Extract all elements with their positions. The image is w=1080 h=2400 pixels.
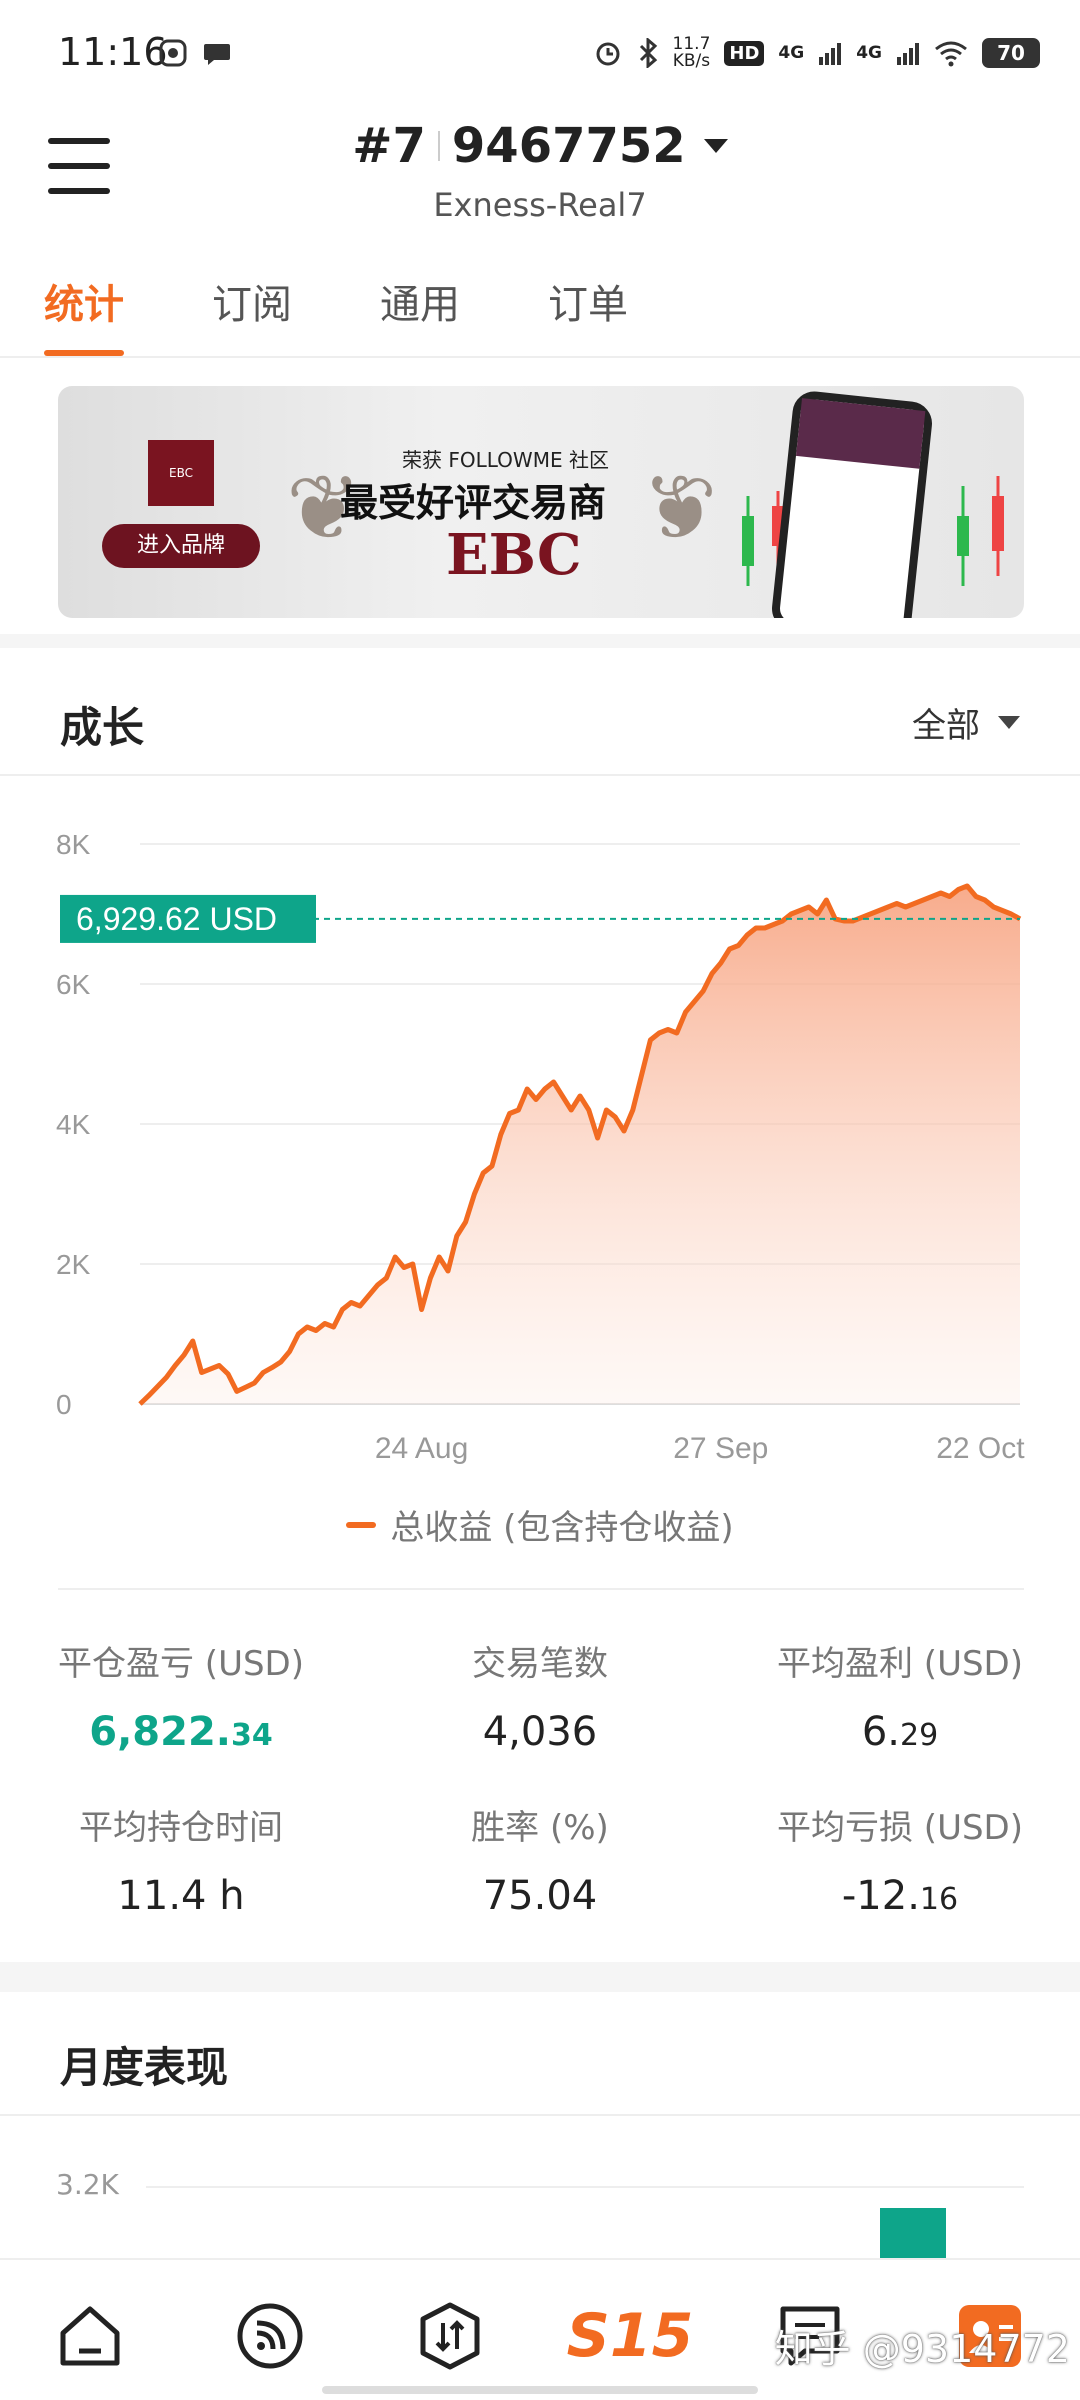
stats-grid: 平仓盈亏 (USD) 6,822.34 交易笔数 4,036 平均盈利 (USD… — [0, 1636, 1080, 1966]
x-tick-label: 27 Sep — [673, 1432, 768, 1465]
divider — [58, 1588, 1024, 1590]
feed-icon — [237, 2303, 303, 2369]
nav-feed[interactable] — [230, 2296, 310, 2376]
banner-subtitle: 荣获 FOLLOWME 社区 — [402, 448, 609, 472]
growth-chart[interactable]: 6,929.62 USD 8K 6K 4K 2K 0 24 Aug 27 Sep 22 Oct… — [0, 800, 1080, 1580]
signal-2: 4G — [856, 43, 882, 63]
stat-label: 平仓盈亏 (USD) — [58, 1644, 304, 1684]
y-tick-label: 8K — [56, 829, 91, 860]
stat-label: 胜率 (%) — [471, 1808, 609, 1848]
banner-headline: 最受好评交易商 — [340, 481, 607, 525]
stat-label: 交易笔数 — [472, 1644, 608, 1684]
y-tick-label: 0 — [56, 1389, 72, 1420]
y-tick-label: 6K — [56, 969, 91, 1000]
stat-win-rate: 胜率 (%) 75.04 — [375, 1800, 705, 1919]
account-separator — [437, 131, 440, 161]
monthly-y-tick: 3.2K — [56, 2168, 119, 2201]
range-value: 全部 — [912, 706, 980, 746]
app-notification-icon — [159, 39, 187, 67]
x-tick-label: 22 Oct — [936, 1432, 1025, 1465]
chevron-down-icon — [998, 716, 1020, 729]
trade-icon — [420, 2302, 480, 2370]
section-divider — [0, 634, 1080, 648]
stat-avg-loss: 平均亏损 (USD) -12.16 — [735, 1800, 1065, 1919]
account-selector[interactable]: #7 9467752 — [0, 118, 1080, 174]
monthly-title: 月度表现 — [60, 2043, 229, 2092]
stat-value: 6,822.34 — [89, 1709, 273, 1755]
stat-label: 平均持仓时间 — [79, 1808, 283, 1848]
stat-label: 平均亏损 (USD) — [777, 1808, 1023, 1848]
banner-brand: EBC — [446, 522, 582, 588]
enter-brand-button[interactable]: 进入品牌 — [102, 524, 260, 568]
stat-value: 11.4 h — [117, 1873, 245, 1919]
account-prefix: #7 — [352, 118, 426, 174]
chart-legend: 总收益 (包含持仓收益) — [0, 1500, 1080, 1549]
stat-trade-count: 交易笔数 4,036 — [375, 1636, 705, 1755]
message-icon — [204, 44, 230, 65]
range-dropdown[interactable]: 全部 — [912, 698, 1020, 747]
tab-general[interactable]: 通用 — [380, 250, 460, 356]
tab-subscribe[interactable]: 订阅 — [212, 250, 292, 356]
promo-banner[interactable]: EBC 进入品牌 ❦ ❦ 荣获 FOLLOWME 社区 最受好评交易商 EBC — [58, 386, 1024, 618]
watermark: 知乎 @9314772 — [774, 2327, 1070, 2371]
signal-bars-icon — [819, 43, 842, 65]
bluetooth-icon — [639, 38, 657, 68]
stat-avg-profit: 平均盈利 (USD) 6.29 — [735, 1636, 1065, 1755]
stat-value: 6.29 — [861, 1709, 939, 1755]
home-indicator[interactable] — [322, 2386, 758, 2394]
nav-s15[interactable]: S15 — [567, 2296, 694, 2376]
phone-mockup — [769, 389, 935, 618]
signal-1: 4G — [778, 43, 805, 63]
section-divider — [0, 1962, 1080, 1992]
growth-chart-svg: 6,929.62 USD 8K 6K 4K 2K 0 24 Aug 27 Sep 22 Oct — [56, 829, 1025, 1465]
growth-title: 成长 — [60, 703, 145, 752]
wifi-icon — [935, 41, 967, 67]
stat-value: 75.04 — [482, 1873, 598, 1919]
home-icon — [60, 2306, 120, 2366]
x-tick-label: 24 Aug — [375, 1432, 468, 1465]
tab-stats[interactable]: 统计 — [44, 250, 124, 356]
stat-closed-pnl: 平仓盈亏 (USD) 6,822.34 — [16, 1636, 346, 1755]
battery-icon: 70 — [982, 38, 1040, 68]
monthly-header: 月度表现 — [0, 1996, 1080, 2116]
monthly-bar[interactable] — [880, 2208, 946, 2260]
account-server: Exness-Real7 — [433, 186, 647, 224]
candlestick-decoration — [957, 476, 1004, 586]
system-icons: 11.7 KB/s HD 4G 4G 70 — [593, 36, 1040, 70]
ebc-logo: EBC — [148, 440, 214, 506]
stat-avg-hold-time: 平均持仓时间 11.4 h — [16, 1800, 346, 1919]
hd-badge: HD — [724, 40, 765, 66]
legend-swatch — [346, 1521, 377, 1528]
stat-value: 4,036 — [482, 1709, 598, 1755]
status-time: 11:16 — [58, 30, 168, 74]
growth-area — [140, 886, 1020, 1404]
signal-bars-icon — [897, 43, 919, 65]
tab-orders[interactable]: 订单 — [548, 250, 628, 356]
account-number: 9467752 — [451, 118, 686, 174]
nav-trade[interactable] — [410, 2296, 490, 2376]
tab-bar: 统计 订阅 通用 订单 — [0, 250, 1080, 358]
laurel-right-icon: ❦ — [642, 456, 718, 561]
stat-value: -12.16 — [841, 1873, 959, 1919]
current-value-label: 6,929.62 USD — [76, 901, 277, 937]
monthly-gridline — [146, 2186, 1024, 2188]
stat-label: 平均盈利 (USD) — [777, 1644, 1023, 1684]
app-header: #7 9467752 Exness-Real7 — [0, 110, 1080, 240]
alarm-icon — [596, 42, 620, 66]
growth-header: 成长 全部 — [0, 656, 1080, 776]
notification-icons — [158, 38, 232, 68]
status-bar: 11:16 11.7 KB/s HD 4G 4G 70 — [0, 0, 1080, 110]
chevron-down-icon — [703, 139, 728, 153]
y-tick-label: 4K — [56, 1109, 91, 1140]
network-speed: 11.7 KB/s — [672, 34, 711, 71]
nav-home[interactable] — [50, 2296, 130, 2376]
s15-logo: S15 — [566, 2301, 694, 2371]
y-tick-label: 2K — [56, 1249, 91, 1280]
legend-label: 总收益 (包含持仓收益) — [390, 1508, 734, 1548]
